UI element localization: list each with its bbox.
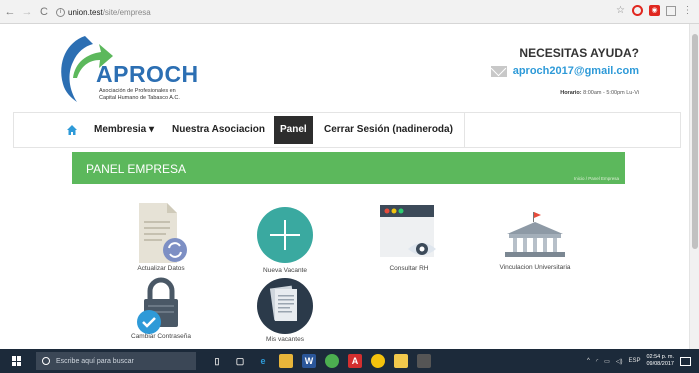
home-icon[interactable] — [66, 124, 78, 136]
word-icon[interactable]: W — [302, 354, 316, 368]
opera-icon[interactable] — [632, 5, 643, 16]
language-indicator[interactable]: ESP — [628, 358, 640, 364]
panel-banner: PANEL EMPRESA Inicio / Panel Empresa — [72, 152, 625, 184]
document-refresh-icon — [139, 203, 187, 263]
notifications-icon[interactable] — [680, 356, 691, 366]
bookmark-star-icon[interactable]: ☆ — [615, 5, 626, 16]
app-window-icon[interactable] — [417, 354, 431, 368]
nav-divider — [464, 113, 465, 147]
network-icon[interactable]: ◜ — [596, 358, 598, 365]
search-placeholder: Escribe aquí para buscar — [56, 357, 134, 365]
file-explorer-icon[interactable] — [279, 354, 293, 368]
info-icon[interactable]: i — [56, 7, 65, 17]
help-email[interactable]: aproch2017@gmail.com — [490, 65, 639, 77]
university-building-icon — [505, 212, 565, 257]
nav-nuestra-asociacion[interactable]: Nuestra Asociacion — [166, 113, 271, 147]
horario-label: Horario: — [560, 90, 582, 96]
acrobat-icon[interactable]: A — [348, 354, 362, 368]
tray-up-icon[interactable]: ^ — [587, 358, 590, 364]
tile-label: Cambiar Contraseña — [131, 333, 191, 340]
tile-label: Consultar RH — [389, 265, 429, 272]
logo-wordmark: APROCH — [96, 61, 199, 87]
nav-membresia[interactable]: Membresia ▾ — [88, 113, 160, 147]
main-navbar: Membresia ▾ Nuestra Asociacion Panel Cer… — [13, 112, 681, 148]
email-link[interactable]: aproch2017@gmail.com — [513, 65, 639, 77]
clock-date: 09/08/2017 — [646, 361, 674, 367]
back-icon[interactable]: ← — [3, 6, 17, 18]
menu-icon[interactable]: ⋮ — [682, 5, 693, 16]
task-view-icon[interactable]: ▢ — [233, 354, 247, 368]
battery-icon[interactable]: ▭ — [604, 358, 610, 365]
tile-label: Nueva Vacante — [263, 267, 307, 274]
volume-icon[interactable]: ◁) — [616, 358, 623, 365]
logo-subtitle: Asociación de Profesionales en Capital H… — [99, 88, 219, 102]
logo-subtitle-line-1: Asociación de Profesionales en — [99, 88, 176, 94]
nav-cerrar-sesion[interactable]: Cerrar Sesión (nadineroda) — [318, 113, 459, 147]
extension-icon[interactable] — [666, 5, 676, 16]
browser-toolbar: ← → C i union.test/site/empresa ☆ ◉ ⋮ — [0, 0, 699, 24]
documents-circle-icon — [257, 278, 313, 334]
plus-circle-icon — [257, 207, 313, 263]
tile-actualizar-datos[interactable]: Actualizar Datos — [101, 203, 221, 272]
scrollbar[interactable] — [689, 24, 699, 349]
address-bar[interactable]: i union.test/site/empresa — [56, 4, 616, 20]
tile-label: Actualizar Datos — [137, 265, 185, 272]
windows-taskbar: Escribe aquí para buscar ▯ ▢ e W A ^ ◜ ▭… — [0, 349, 699, 373]
tile-nueva-vacante[interactable]: Nueva Vacante — [225, 206, 345, 274]
windows-start-icon[interactable] — [12, 356, 22, 366]
tile-cambiar-contrasena[interactable]: Cambiar Contraseña — [101, 277, 221, 340]
reload-icon[interactable]: C — [37, 6, 51, 18]
tile-label: Vinculacion Universitaria — [499, 264, 571, 271]
clock[interactable]: 02:54 p. m. 09/08/2017 — [646, 354, 674, 368]
scrollbar-thumb[interactable] — [692, 34, 698, 249]
mic-icon[interactable]: ▯ — [210, 354, 224, 368]
tile-label: Mis vacantes — [266, 336, 304, 343]
shield-icon[interactable]: ◉ — [649, 5, 660, 16]
breadcrumb[interactable]: Inicio / Panel Empresa — [574, 176, 619, 181]
url-path: /site/empresa — [102, 7, 151, 17]
aproch-logo[interactable]: APROCH Asociación de Profesionales en Ca… — [55, 32, 215, 104]
chrome-icon[interactable] — [371, 354, 385, 368]
clock-time: 02:54 p. m. — [646, 354, 674, 360]
tile-vinculacion-universitaria[interactable]: Vinculacion Universitaria — [475, 212, 595, 271]
mail-icon — [490, 65, 507, 77]
tile-mis-vacantes[interactable]: Mis vacantes — [225, 277, 345, 343]
browser-eye-icon — [380, 205, 436, 257]
edge-icon[interactable]: e — [256, 354, 270, 368]
taskbar-apps: ▯ ▢ e W A — [210, 354, 431, 368]
taskbar-search[interactable]: Escribe aquí para buscar — [36, 352, 196, 370]
url-host: union.test — [68, 7, 103, 17]
lock-check-icon — [137, 277, 178, 334]
app-green-icon[interactable] — [325, 354, 339, 368]
nav-panel[interactable]: Panel — [274, 116, 313, 144]
system-tray: ^ ◜ ▭ ◁) ESP 02:54 p. m. 09/08/2017 — [587, 349, 691, 373]
tile-consultar-rh[interactable]: Consultar RH — [349, 205, 469, 272]
folder-icon[interactable] — [394, 354, 408, 368]
horario-value: 8:00am - 5:00pm Lu-Vi — [583, 90, 639, 96]
cortana-icon — [42, 357, 50, 365]
browser-extensions: ☆ ◉ ⋮ — [615, 5, 693, 16]
help-title: NECESITAS AYUDA? — [519, 46, 639, 60]
business-hours: Horario: 8:00am - 5:00pm Lu-Vi — [560, 90, 639, 96]
page-title: PANEL EMPRESA — [86, 162, 187, 176]
logo-subtitle-line-2: Capital Humano de Tabasco A.C. — [99, 95, 180, 101]
forward-icon[interactable]: → — [20, 6, 34, 18]
